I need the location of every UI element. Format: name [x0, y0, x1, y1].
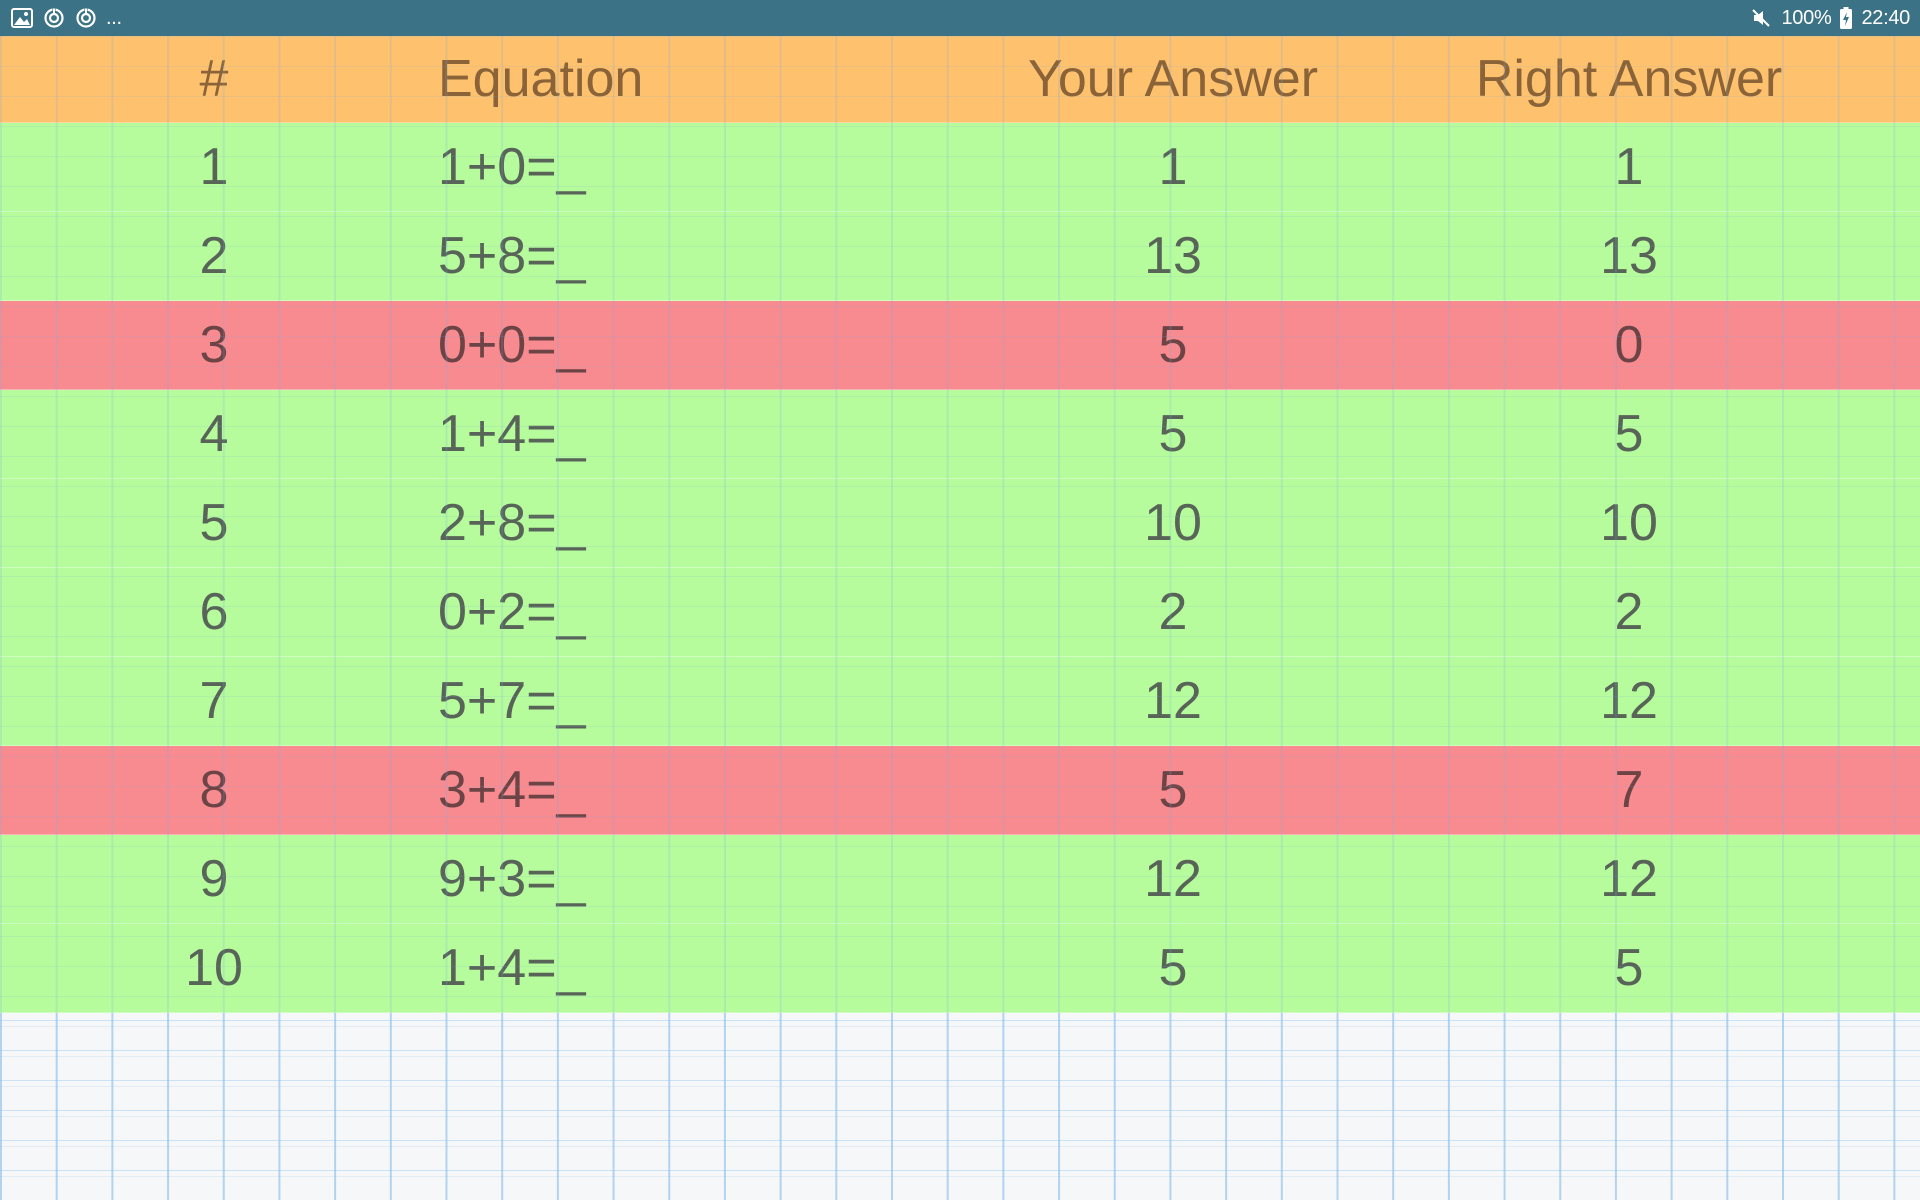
header-equation: Equation: [438, 50, 644, 108]
row-your-answer: 12: [1144, 850, 1202, 908]
row-equation: 9+3=_: [438, 850, 586, 908]
table-header-row: # Equation Your Answer Right Answer: [0, 36, 1920, 123]
row-right-answer: 10: [1600, 494, 1658, 552]
row-right-answer: 7: [1614, 761, 1644, 819]
sync-icon: [42, 6, 66, 30]
row-equation: 0+2=_: [438, 583, 586, 641]
row-right-answer: 5: [1614, 939, 1644, 997]
status-bar-left: ...: [10, 6, 122, 30]
row-your-answer: 10: [1144, 494, 1202, 552]
header-number: #: [199, 50, 229, 108]
row-equation: 1+4=_: [438, 939, 586, 997]
row-right-answer: 12: [1600, 672, 1658, 730]
row-right-answer: 1: [1614, 138, 1644, 196]
row-number: 8: [199, 761, 229, 819]
row-right-answer: 5: [1614, 405, 1644, 463]
table-row: 10 1+4=_ 5 5: [0, 924, 1920, 1013]
battery-percent: 100%: [1781, 6, 1832, 29]
table-row: 3 0+0=_ 5 0: [0, 301, 1920, 390]
row-right-answer: 13: [1600, 227, 1658, 285]
more-notifications: ...: [106, 6, 122, 29]
row-your-answer: 5: [1158, 405, 1188, 463]
sync-icon: [74, 6, 98, 30]
row-number: 5: [199, 494, 229, 552]
row-equation: 1+4=_: [438, 405, 586, 463]
row-equation: 2+8=_: [438, 494, 586, 552]
results-table: # Equation Your Answer Right Answer 1 1+…: [0, 36, 1920, 1013]
table-row: 7 5+7=_ 12 12: [0, 657, 1920, 746]
image-icon: [10, 6, 34, 30]
table-row: 9 9+3=_ 12 12: [0, 835, 1920, 924]
row-your-answer: 5: [1158, 316, 1188, 374]
row-equation: 5+8=_: [438, 227, 586, 285]
row-your-answer: 2: [1158, 583, 1188, 641]
row-equation: 3+4=_: [438, 761, 586, 819]
row-number: 1: [199, 138, 229, 196]
row-right-answer: 2: [1614, 583, 1644, 641]
row-your-answer: 5: [1158, 939, 1188, 997]
status-bar-right: 100% 22:40: [1749, 6, 1910, 30]
row-equation: 1+0=_: [438, 138, 586, 196]
row-number: 6: [199, 583, 229, 641]
table-row: 4 1+4=_ 5 5: [0, 390, 1920, 479]
row-your-answer: 12: [1144, 672, 1202, 730]
row-right-answer: 0: [1614, 316, 1644, 374]
header-right-answer: Right Answer: [1475, 50, 1783, 108]
row-your-answer: 5: [1158, 761, 1188, 819]
row-number: 7: [199, 672, 229, 730]
row-number: 4: [199, 405, 229, 463]
table-row: 8 3+4=_ 5 7: [0, 746, 1920, 835]
mute-icon: [1749, 6, 1773, 30]
row-number: 10: [185, 939, 243, 997]
battery-charging-icon: [1839, 6, 1853, 30]
table-row: 2 5+8=_ 13 13: [0, 212, 1920, 301]
status-bar: ... 100% 22:40: [0, 0, 1920, 36]
row-your-answer: 1: [1158, 138, 1188, 196]
row-equation: 5+7=_: [438, 672, 586, 730]
row-equation: 0+0=_: [438, 316, 586, 374]
row-your-answer: 13: [1144, 227, 1202, 285]
header-your-answer: Your Answer: [1027, 50, 1319, 108]
table-row: 6 0+2=_ 2 2: [0, 568, 1920, 657]
table-row: 1 1+0=_ 1 1: [0, 123, 1920, 212]
clock: 22:40: [1861, 6, 1910, 29]
table-row: 5 2+8=_ 10 10: [0, 479, 1920, 568]
row-number: 2: [199, 227, 229, 285]
row-number: 3: [199, 316, 229, 374]
row-number: 9: [199, 850, 229, 908]
row-right-answer: 12: [1600, 850, 1658, 908]
